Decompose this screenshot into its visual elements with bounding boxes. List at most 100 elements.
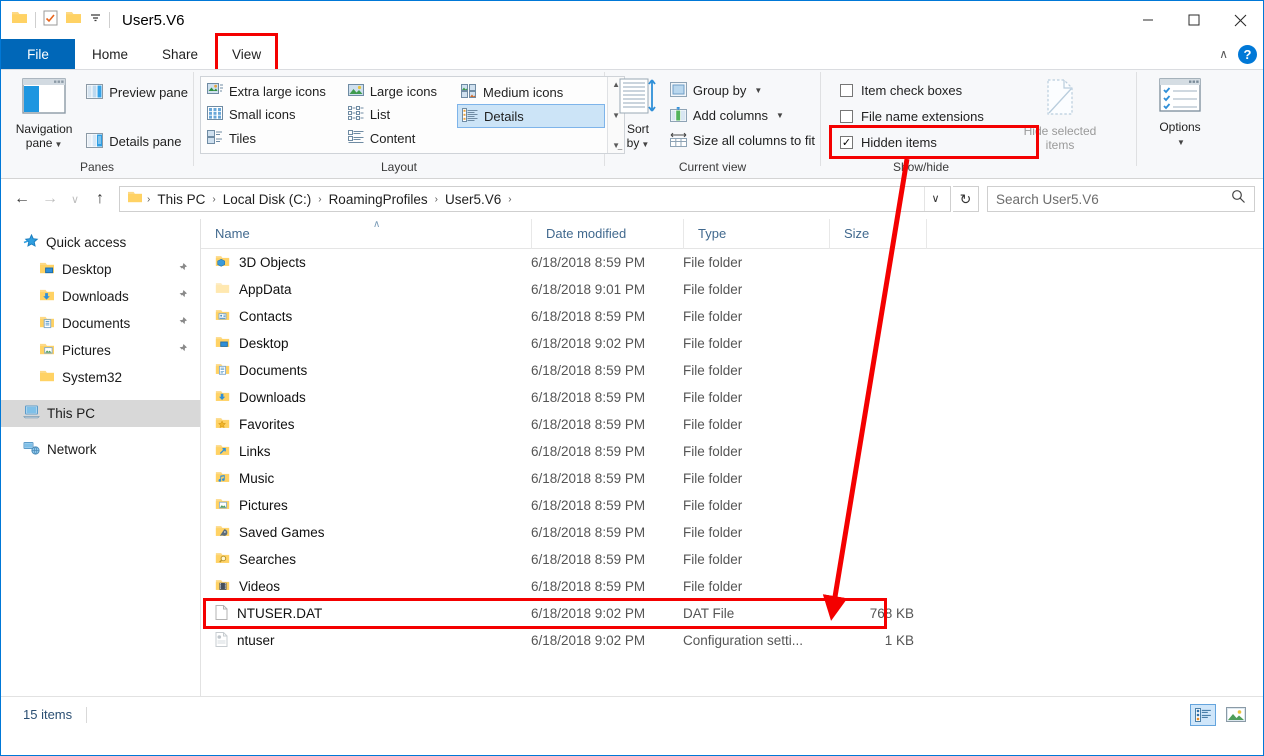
tab-view[interactable]: View [215,33,279,73]
search-icon[interactable] [1231,189,1246,209]
recent-locations-chevron-down-icon[interactable]: ∨ [65,186,85,212]
layout-tiles[interactable]: Tiles [203,127,334,150]
back-button[interactable]: ← [9,186,35,212]
table-row[interactable]: Saved Games 6/18/2018 8:59 PM File folde… [201,519,1263,546]
refresh-button[interactable]: ↻ [953,186,979,212]
sidebar-item-this-pc[interactable]: This PC [1,400,200,427]
sidebar-item-pictures[interactable]: Pictures [1,337,200,364]
layout-content[interactable]: Content [344,127,445,150]
table-row[interactable]: NTUSER.DAT 6/18/2018 9:02 PM DAT File 76… [201,598,1263,629]
sidebar-item-system32[interactable]: System32 [1,364,200,391]
item-check-boxes-option[interactable]: Item check boxes [835,77,1011,103]
sidebar-item-quick-access[interactable]: Quick access [1,229,200,256]
breadcrumb[interactable]: › This PC › Local Disk (C:) › RoamingPro… [119,186,951,212]
layout-small-icons[interactable]: Small icons [203,103,334,126]
minimize-button[interactable] [1125,1,1171,39]
table-row[interactable]: Searches 6/18/2018 8:59 PM File folder [201,546,1263,573]
sidebar-item-desktop[interactable]: Desktop [1,256,200,283]
properties-icon[interactable] [43,10,58,31]
pin-icon[interactable] [176,289,188,305]
status-bar: 15 items [1,696,1263,732]
table-row[interactable]: 3D Objects 6/18/2018 8:59 PM File folder [201,249,1263,276]
file-name-cell: 3D Objects [201,254,531,271]
layout-medium-icons[interactable]: Medium icons [457,80,605,104]
add-columns-button[interactable]: Add columns ▼ [665,103,820,128]
breadcrumb-separator[interactable]: › [434,194,439,205]
layout-details[interactable]: Details [457,104,606,128]
file-name-extensions-checkbox[interactable] [840,109,853,123]
column-header-type[interactable]: Type [683,218,829,249]
breadcrumb-separator[interactable]: › [317,194,322,205]
details-view-button[interactable] [1190,703,1216,726]
table-row[interactable]: Links 6/18/2018 8:59 PM File folder [201,438,1263,465]
sort-by-button[interactable]: Sort by ▼ [611,74,665,152]
table-row[interactable]: Documents 6/18/2018 8:59 PM File folder [201,357,1263,384]
pin-icon[interactable] [176,316,188,332]
layout-item-label: List [369,107,391,123]
file-type-cell: File folder [683,336,743,351]
column-header-empty[interactable] [926,218,1066,249]
layout-large-icons[interactable]: Large icons [344,80,445,103]
close-button[interactable] [1217,1,1263,39]
size-all-columns-button[interactable]: Size all columns to fit [665,128,820,153]
pin-icon[interactable] [176,262,188,278]
file-date-cell: 6/18/2018 8:59 PM [531,255,646,270]
layout-item-label: Medium icons [483,84,564,100]
table-row[interactable]: Favorites 6/18/2018 8:59 PM File folder [201,411,1263,438]
table-row[interactable]: Music 6/18/2018 8:59 PM File folder [201,465,1263,492]
layout-extra-large-icons[interactable]: Extra large icons [203,80,334,103]
tab-file[interactable]: File [1,39,75,69]
tab-home[interactable]: Home [75,39,145,69]
maximize-button[interactable] [1171,1,1217,39]
tab-share[interactable]: Share [145,39,215,69]
breadcrumb-item-roamingprofiles[interactable]: RoamingProfiles [326,192,431,207]
table-row[interactable]: Pictures 6/18/2018 8:59 PM File folder [201,492,1263,519]
file-date-cell: 6/18/2018 8:59 PM [531,552,646,567]
table-row[interactable]: ntuser 6/18/2018 9:02 PM Configuration s… [201,627,1263,654]
table-row[interactable]: Desktop 6/18/2018 9:02 PM File folder [201,330,1263,357]
breadcrumb-item-this-pc[interactable]: This PC [154,192,208,207]
table-row[interactable]: Downloads 6/18/2018 8:59 PM File folder [201,384,1263,411]
help-icon[interactable]: ? [1238,44,1257,64]
search-input[interactable]: Search User5.V6 [987,186,1255,212]
hidden-items-checkbox[interactable]: ✓ [840,135,853,149]
address-dropdown-chevron-down-icon[interactable]: ∨ [924,187,946,211]
navigation-pane-button[interactable]: Navigation pane ▼ [7,74,81,152]
layout-gallery: Extra large icons Small icons Tiles Larg… [200,76,626,154]
large-icons-view-button[interactable] [1223,704,1249,726]
group-by-button[interactable]: Group by ▼ [665,78,820,103]
file-name-cell: Videos [201,578,531,595]
group-by-chevron-down-icon[interactable]: ▼ [754,86,762,95]
options-button[interactable]: Options ▼ [1139,74,1221,150]
preview-pane-button[interactable]: Preview pane [81,80,193,105]
forward-button[interactable]: → [37,186,63,212]
pin-icon[interactable] [176,343,188,359]
sidebar-item-downloads[interactable]: Downloads [1,283,200,310]
item-check-boxes-checkbox[interactable] [840,83,853,97]
add-columns-chevron-down-icon[interactable]: ▼ [776,111,784,120]
breadcrumb-item-user5-v6[interactable]: User5.V6 [442,192,504,207]
table-row[interactable]: Contacts 6/18/2018 8:59 PM File folder [201,303,1263,330]
content-icon [347,129,364,147]
collapse-ribbon-chevron-up-icon[interactable]: ∧ [1219,47,1228,61]
breadcrumb-separator[interactable]: › [507,194,512,205]
sidebar-item-network[interactable]: Network [1,436,200,463]
hidden-items-option[interactable]: ✓ Hidden items [829,125,1039,159]
network-icon [23,441,40,459]
table-row[interactable]: Videos 6/18/2018 8:59 PM File folder [201,573,1263,600]
sidebar-item-documents[interactable]: Documents [1,310,200,337]
search-placeholder: Search User5.V6 [996,191,1099,207]
customize-qat-chevron-down-icon[interactable] [89,11,102,29]
breadcrumb-item-local-disk[interactable]: Local Disk (C:) [220,192,315,207]
details-pane-button[interactable]: Details pane [81,129,193,154]
new-folder-icon[interactable] [65,10,82,30]
column-header-date-modified[interactable]: Date modified [531,218,683,249]
file-name-cell: Links [201,443,531,460]
table-row[interactable]: AppData 6/18/2018 9:01 PM File folder [201,276,1263,303]
up-button[interactable]: ↑ [87,186,113,212]
column-header-size[interactable]: Size [829,218,926,249]
documents-folder-icon [215,362,230,379]
column-header-name[interactable]: Name [201,219,531,249]
layout-list[interactable]: List [344,103,445,126]
breadcrumb-separator[interactable]: › [211,194,216,205]
